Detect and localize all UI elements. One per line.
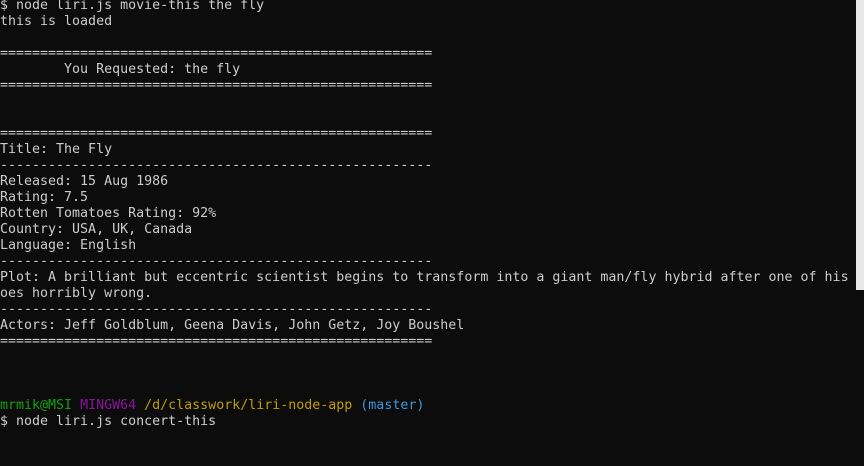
prompt-system: MINGW64 xyxy=(80,398,137,413)
terminal-line: You Requested: the fly xyxy=(0,62,241,77)
terminal-line: ========================================… xyxy=(0,78,433,93)
scrollbar[interactable] xyxy=(856,0,864,466)
terminal-line: Country: USA, UK, Canada xyxy=(0,222,193,237)
terminal-line: ========================================… xyxy=(0,334,433,349)
terminal-line: this is loaded xyxy=(0,14,113,29)
terminal-line: ========================================… xyxy=(0,126,433,141)
prompt-user: mrmik@MSI xyxy=(0,398,73,413)
terminal-line: $ node liri.js movie-this the fly xyxy=(0,0,265,13)
terminal-line: Plot: A brilliant but eccentric scientis… xyxy=(0,270,856,285)
terminal-line: Title: The Fly xyxy=(0,142,113,157)
terminal-lines: $ node liri.js movie-this the fly this is… xyxy=(0,0,856,398)
terminal-line: oes horribly wrong. xyxy=(0,286,153,301)
terminal-line: ========================================… xyxy=(0,46,433,61)
terminal-line: Released: 15 Aug 1986 xyxy=(0,174,169,189)
prompt-path: /d/classwork/liri-node-app xyxy=(144,398,353,413)
prompt-branch: (master) xyxy=(360,398,425,413)
terminal-line: ----------------------------------------… xyxy=(0,254,433,269)
terminal-line: ----------------------------------------… xyxy=(0,302,433,317)
terminal-line: Rotten Tomatoes Rating: 92% xyxy=(0,206,217,221)
current-command-line[interactable]: $ node liri.js concert-this xyxy=(0,414,856,430)
terminal-line: Rating: 7.5 xyxy=(0,190,89,205)
terminal-line: Language: English xyxy=(0,238,137,253)
scrollbar-thumb[interactable] xyxy=(856,0,864,290)
shell-prompt: mrmik@MSI MINGW64 /d/classwork/liri-node… xyxy=(0,398,856,414)
terminal-output[interactable]: $ node liri.js movie-this the fly this is… xyxy=(0,0,856,466)
terminal-line: ----------------------------------------… xyxy=(0,158,433,173)
terminal-line: Actors: Jeff Goldblum, Geena Davis, John… xyxy=(0,318,465,333)
